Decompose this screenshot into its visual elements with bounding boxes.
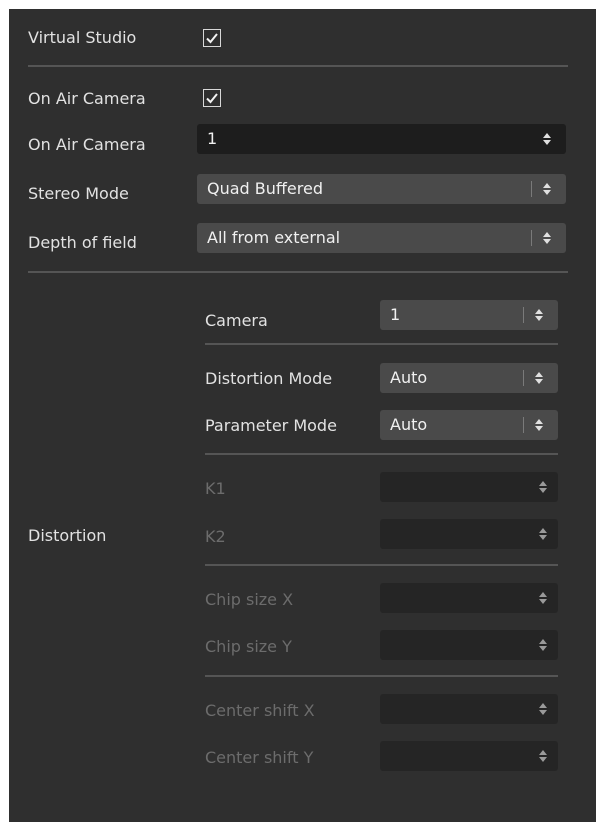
dropdown-separator bbox=[523, 370, 524, 386]
on-air-camera-spinbox[interactable]: 1 bbox=[197, 124, 566, 154]
chip-size-y-label: Chip size Y bbox=[205, 637, 292, 656]
up-down-arrows-icon bbox=[543, 183, 551, 195]
center-shift-y-spinbox[interactable] bbox=[380, 741, 558, 771]
up-down-arrows-icon[interactable] bbox=[543, 132, 551, 146]
up-down-arrows-icon[interactable] bbox=[539, 702, 547, 716]
divider bbox=[28, 65, 568, 67]
distortion-mode-dropdown[interactable]: Auto bbox=[380, 363, 558, 393]
camera-label: Camera bbox=[205, 311, 268, 330]
up-down-arrows-icon[interactable] bbox=[539, 749, 547, 763]
k2-label: K2 bbox=[205, 527, 226, 546]
k1-label: K1 bbox=[205, 479, 226, 498]
up-down-arrows-icon[interactable] bbox=[539, 638, 547, 652]
check-icon bbox=[206, 93, 218, 104]
parameter-mode-value: Auto bbox=[390, 415, 428, 434]
dropdown-separator bbox=[531, 230, 532, 246]
depth-of-field-label: Depth of field bbox=[28, 233, 137, 252]
properties-panel: Virtual Studio On Air Camera On Air Came… bbox=[9, 9, 596, 822]
up-down-arrows-icon bbox=[535, 309, 543, 321]
up-down-arrows-icon[interactable] bbox=[539, 591, 547, 605]
dropdown-separator bbox=[531, 181, 532, 197]
chip-size-x-label: Chip size X bbox=[205, 590, 294, 609]
up-down-arrows-icon bbox=[543, 232, 551, 244]
stereo-mode-label: Stereo Mode bbox=[28, 184, 129, 203]
up-down-arrows-icon bbox=[535, 419, 543, 431]
depth-of-field-dropdown[interactable]: All from external bbox=[197, 223, 566, 253]
up-down-arrows-icon[interactable] bbox=[539, 527, 547, 541]
up-down-arrows-icon[interactable] bbox=[539, 480, 547, 494]
divider bbox=[205, 564, 558, 566]
camera-value: 1 bbox=[390, 305, 401, 324]
center-shift-y-label: Center shift Y bbox=[205, 748, 314, 767]
camera-dropdown[interactable]: 1 bbox=[380, 300, 558, 330]
center-shift-x-label: Center shift X bbox=[205, 701, 315, 720]
check-icon bbox=[206, 33, 218, 44]
divider bbox=[205, 453, 558, 455]
stereo-mode-value: Quad Buffered bbox=[207, 179, 323, 198]
distortion-group-label: Distortion bbox=[28, 526, 107, 545]
on-air-camera-checkbox[interactable] bbox=[203, 89, 221, 107]
divider bbox=[28, 271, 568, 273]
depth-of-field-value: All from external bbox=[207, 228, 341, 247]
virtual-studio-label: Virtual Studio bbox=[28, 28, 137, 47]
divider bbox=[205, 343, 558, 345]
up-down-arrows-icon bbox=[535, 372, 543, 384]
parameter-mode-dropdown[interactable]: Auto bbox=[380, 410, 558, 440]
distortion-mode-value: Auto bbox=[390, 368, 428, 387]
parameter-mode-label: Parameter Mode bbox=[205, 416, 337, 435]
distortion-mode-label: Distortion Mode bbox=[205, 369, 333, 388]
on-air-camera-label: On Air Camera bbox=[28, 135, 146, 154]
k1-spinbox[interactable] bbox=[380, 472, 558, 502]
virtual-studio-checkbox[interactable] bbox=[203, 29, 221, 47]
chip-size-x-spinbox[interactable] bbox=[380, 583, 558, 613]
k2-spinbox[interactable] bbox=[380, 519, 558, 549]
divider bbox=[205, 675, 558, 677]
stereo-mode-dropdown[interactable]: Quad Buffered bbox=[197, 174, 566, 204]
dropdown-separator bbox=[523, 417, 524, 433]
center-shift-x-spinbox[interactable] bbox=[380, 694, 558, 724]
on-air-camera-toggle-label: On Air Camera bbox=[28, 89, 146, 108]
on-air-camera-value: 1 bbox=[207, 129, 218, 148]
dropdown-separator bbox=[523, 307, 524, 323]
chip-size-y-spinbox[interactable] bbox=[380, 630, 558, 660]
